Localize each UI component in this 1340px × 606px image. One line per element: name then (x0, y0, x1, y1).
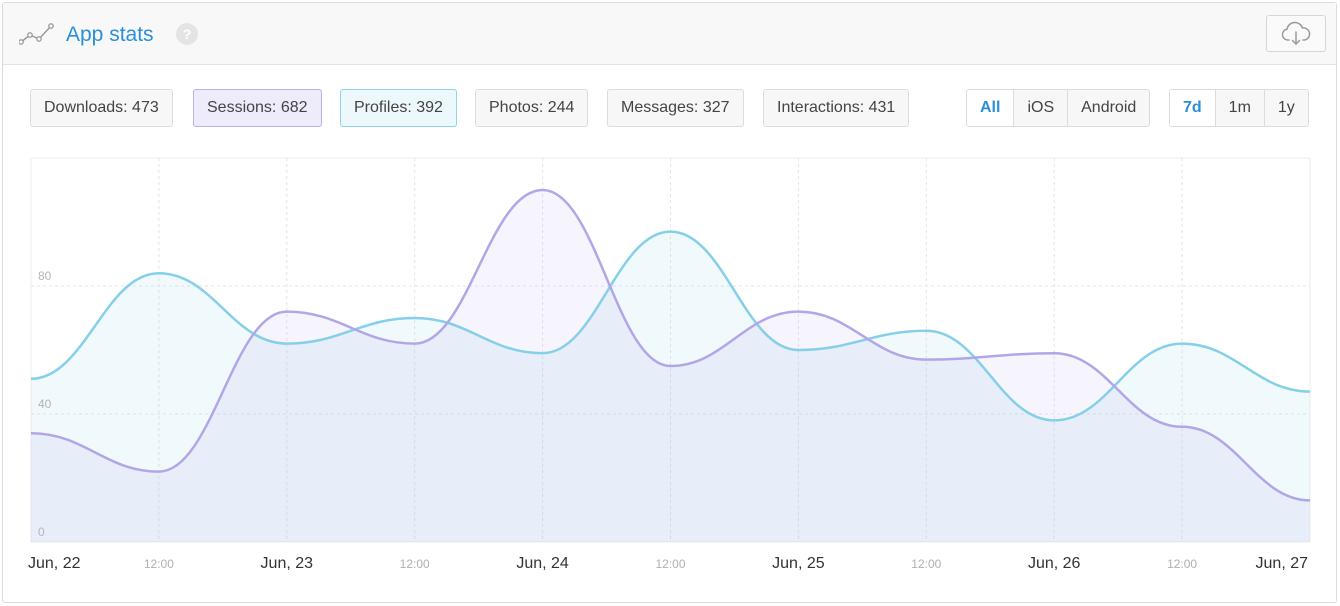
area-chart: 0 40 80 Jun, 22 12:00 Jun, 23 12:00 Jun, 24 12:0… (28, 157, 1311, 572)
x-tick-label: Jun, 24 (516, 555, 569, 572)
x-tick-label: 12:00 (400, 557, 430, 571)
x-tick-label: Jun, 27 (1256, 555, 1309, 572)
y-tick-label: 40 (38, 397, 52, 411)
x-tick-label: 12:00 (1167, 557, 1197, 571)
x-tick-label: 12:00 (144, 557, 174, 571)
x-tick-label: Jun, 22 (28, 555, 81, 572)
y-tick-label: 0 (38, 525, 45, 539)
y-tick-label: 80 (38, 269, 52, 283)
x-tick-label: 12:00 (911, 557, 941, 571)
x-tick-label: Jun, 25 (772, 555, 825, 572)
x-tick-label: 12:00 (655, 557, 685, 571)
x-tick-label: Jun, 23 (261, 555, 314, 572)
x-tick-label: Jun, 26 (1028, 555, 1081, 572)
